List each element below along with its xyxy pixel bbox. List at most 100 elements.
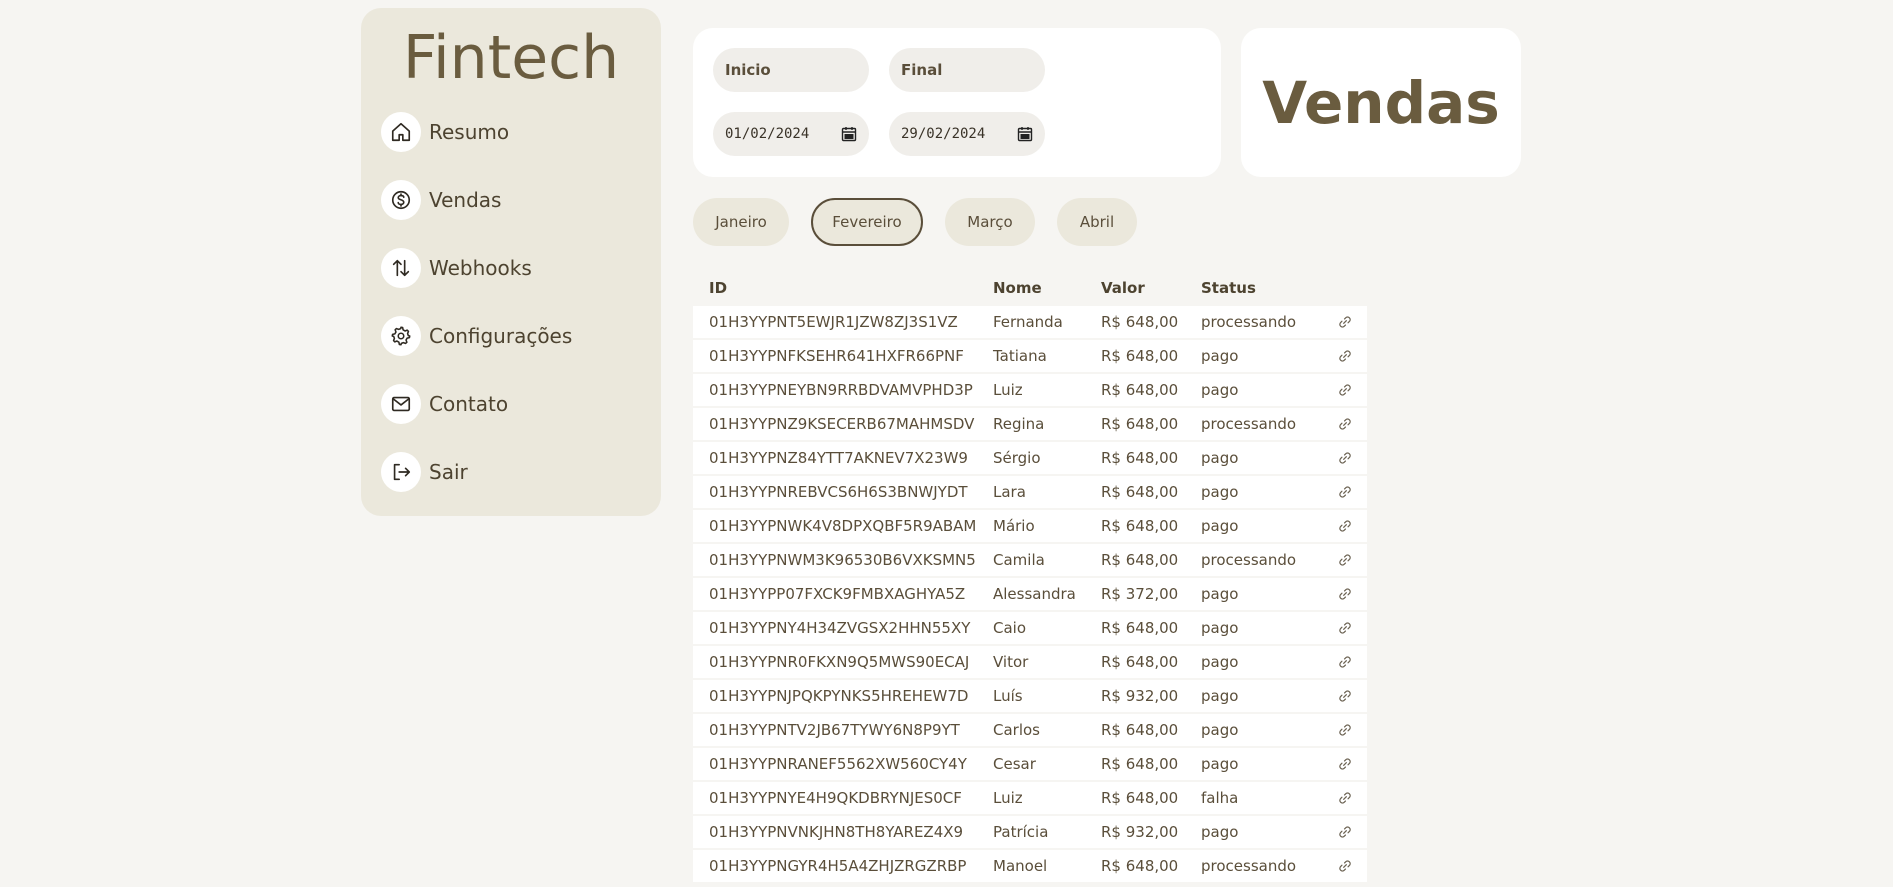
cell-valor: R$ 648,00 [1101, 483, 1179, 501]
cell-status: pago [1201, 619, 1239, 637]
cell-valor: R$ 648,00 [1101, 551, 1179, 569]
cell-status: pago [1201, 449, 1239, 467]
start-date-input[interactable]: 01/02/2024 [713, 112, 869, 156]
cell-id: 01H3YYPNJPQKPYNKS5HREHEW7D [709, 687, 969, 705]
calendar-icon[interactable] [1017, 126, 1033, 142]
table-row: 01H3YYPNR0FKXN9Q5MWS90ECAJ Vitor R$ 648,00… [693, 646, 1367, 680]
link-icon[interactable] [1338, 723, 1352, 737]
table-row: 01H3YYPNEYBN9RRBDVAMVPHD3P Luiz R$ 648,00 p… [693, 374, 1367, 408]
table-row: 01H3YYPNY4H34ZVGSX2HHN55XY Caio R$ 648,00 p… [693, 612, 1367, 646]
sidebar-item-sair[interactable]: Sair [381, 452, 641, 492]
cell-status: pago [1201, 755, 1239, 773]
table-row: 01H3YYPNZ9KSECERB67MAHMSDV Regina R$ 648,0… [693, 408, 1367, 442]
cell-id: 01H3YYPNWM3K96530B6VXKSMN5 [709, 551, 976, 569]
sidebar-item-configuracoes[interactable]: Configurações [381, 316, 641, 356]
column-header-nome: Nome [993, 279, 1042, 297]
sidebar-item-webhooks[interactable]: Webhooks [381, 248, 641, 288]
sidebar-item-label: Configurações [429, 324, 573, 348]
cell-id: 01H3YYPNYE4H9QKDBRYNJES0CF [709, 789, 962, 807]
table-row: 01H3YYPNT5EWJR1JZW8ZJ3S1VZ Fernanda R$ 648… [693, 306, 1367, 340]
cell-valor: R$ 648,00 [1101, 517, 1179, 535]
cell-status: pago [1201, 585, 1239, 603]
cell-valor: R$ 932,00 [1101, 823, 1179, 841]
link-icon[interactable] [1338, 791, 1352, 805]
sidebar: Fintech Resumo Vendas Webhooks Configura… [361, 8, 661, 516]
cell-valor: R$ 648,00 [1101, 619, 1179, 637]
table-row: 01H3YYPNRANEF5562XW560CY4Y Cesar R$ 648,00… [693, 748, 1367, 782]
tab-marco[interactable]: Março [945, 198, 1035, 246]
table-row: 01H3YYPP07FXCK9FMBXAGHYA5Z Alessandra R$ 3… [693, 578, 1367, 612]
cell-status: processando [1201, 857, 1297, 875]
link-icon[interactable] [1338, 689, 1352, 703]
sidebar-item-label: Resumo [429, 120, 510, 144]
column-header-id: ID [709, 279, 728, 297]
cell-valor: R$ 648,00 [1101, 721, 1179, 739]
tab-abril[interactable]: Abril [1057, 198, 1137, 246]
tab-fevereiro[interactable]: Fevereiro [811, 198, 923, 246]
cell-status: pago [1201, 653, 1239, 671]
link-icon[interactable] [1338, 451, 1352, 465]
link-icon[interactable] [1338, 349, 1352, 363]
page-title: Vendas [1262, 68, 1500, 137]
link-icon[interactable] [1338, 383, 1352, 397]
table-row: 01H3YYPNWM3K96530B6VXKSMN5 Camila R$ 648,0… [693, 544, 1367, 578]
cell-nome: Luís [993, 687, 1023, 705]
end-date-label: Final [889, 48, 1045, 92]
link-icon[interactable] [1338, 655, 1352, 669]
cell-id: 01H3YYPNREBVCS6H6S3BNWJYDT [709, 483, 968, 501]
sidebar-item-resumo[interactable]: Resumo [381, 112, 641, 152]
table-row: 01H3YYPNFKSEHR641HXFR66PNF Tatiana R$ 648,… [693, 340, 1367, 374]
sidebar-item-vendas[interactable]: Vendas [381, 180, 641, 220]
sidebar-item-label: Sair [429, 460, 468, 484]
sidebar-item-label: Contato [429, 392, 509, 416]
cell-nome: Cesar [993, 755, 1036, 773]
link-icon[interactable] [1338, 825, 1352, 839]
cell-id: 01H3YYPNR0FKXN9Q5MWS90ECAJ [709, 653, 970, 671]
link-icon[interactable] [1338, 315, 1352, 329]
link-icon[interactable] [1338, 519, 1352, 533]
cell-nome: Tatiana [993, 347, 1047, 365]
table-row: 01H3YYPNWK4V8DPXQBF5R9ABAM Mário R$ 648,00… [693, 510, 1367, 544]
cell-id: 01H3YYPNZ9KSECERB67MAHMSDV [709, 415, 975, 433]
cell-valor: R$ 648,00 [1101, 789, 1179, 807]
cell-valor: R$ 932,00 [1101, 687, 1179, 705]
cell-id: 01H3YYPNRANEF5562XW560CY4Y [709, 755, 967, 773]
gear-icon [381, 316, 421, 356]
mail-icon [381, 384, 421, 424]
calendar-icon[interactable] [841, 126, 857, 142]
table-row: 01H3YYPNTV2JB67TYWY6N8P9YT Carlos R$ 648,0… [693, 714, 1367, 748]
link-icon[interactable] [1338, 417, 1352, 431]
cell-nome: Manoel [993, 857, 1048, 875]
sidebar-item-contato[interactable]: Contato [381, 384, 641, 424]
cell-valor: R$ 648,00 [1101, 313, 1179, 331]
cell-valor: R$ 372,00 [1101, 585, 1179, 603]
cell-nome: Carlos [993, 721, 1040, 739]
page-title-panel: Vendas [1241, 28, 1521, 177]
tab-janeiro[interactable]: Janeiro [693, 198, 789, 246]
brand-logo: Fintech [402, 23, 620, 93]
link-icon[interactable] [1338, 587, 1352, 601]
sidebar-item-label: Vendas [429, 188, 502, 212]
cell-nome: Sérgio [993, 449, 1041, 467]
cell-id: 01H3YYPNGYR4H5A4ZHJZRGZRBP [709, 857, 967, 875]
sidebar-nav: Resumo Vendas Webhooks Configurações Con… [381, 112, 641, 520]
link-icon[interactable] [1338, 621, 1352, 635]
link-icon[interactable] [1338, 757, 1352, 771]
cell-status: pago [1201, 823, 1239, 841]
app-layout: Fintech Resumo Vendas Webhooks Configura… [361, 8, 1521, 887]
start-date-value: 01/02/2024 [725, 126, 810, 142]
link-icon[interactable] [1338, 485, 1352, 499]
cell-nome: Alessandra [993, 585, 1076, 603]
cell-nome: Regina [993, 415, 1045, 433]
table-row: 01H3YYPNGYR4H5A4ZHJZRGZRBP Manoel R$ 648,0… [693, 850, 1367, 884]
date-filter-panel: Inicio Final 01/02/2024 29/02/2024 [693, 28, 1221, 177]
cell-status: pago [1201, 517, 1239, 535]
end-date-input[interactable]: 29/02/2024 [889, 112, 1045, 156]
cell-id: 01H3YYPNTV2JB67TYWY6N8P9YT [709, 721, 960, 739]
link-icon[interactable] [1338, 553, 1352, 567]
month-tabs: Janeiro Fevereiro Março Abril [693, 198, 1159, 246]
start-date-label: Inicio [713, 48, 869, 92]
cell-id: 01H3YYPP07FXCK9FMBXAGHYA5Z [709, 585, 966, 603]
cell-nome: Fernanda [993, 313, 1063, 331]
link-icon[interactable] [1338, 859, 1352, 873]
